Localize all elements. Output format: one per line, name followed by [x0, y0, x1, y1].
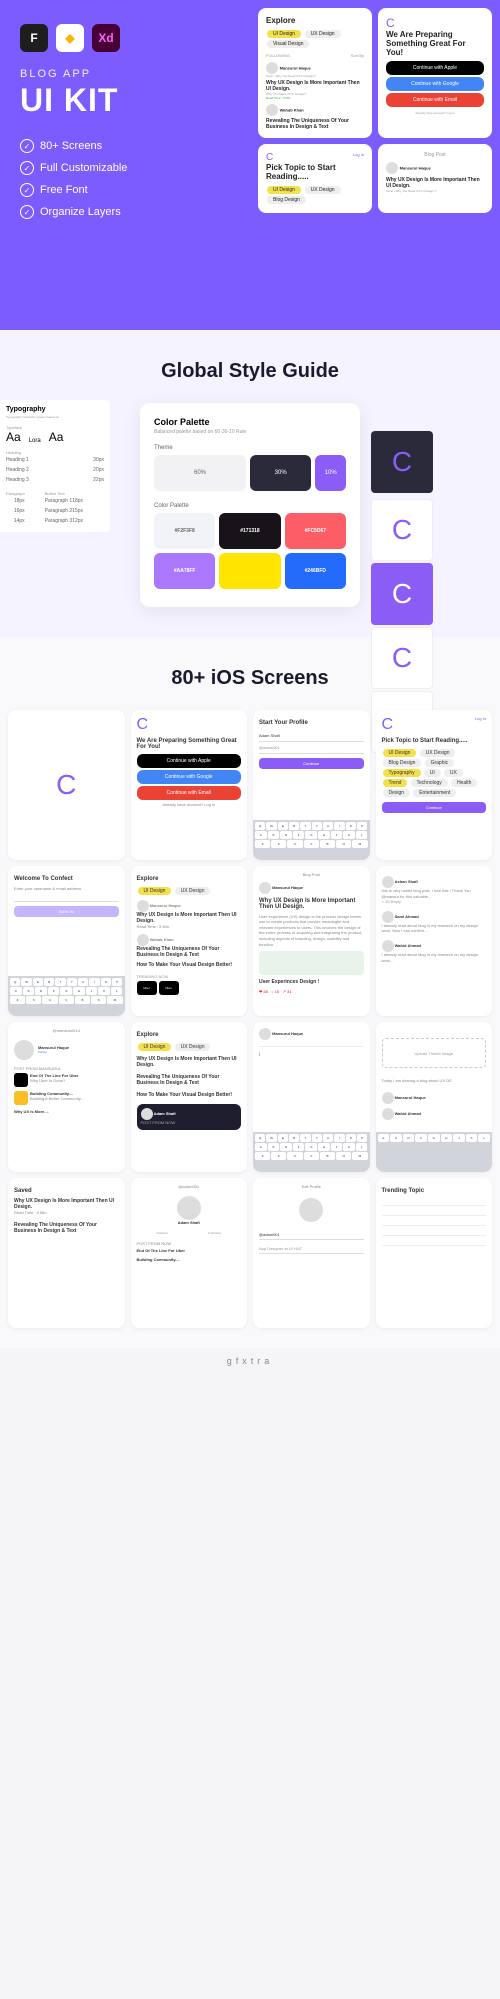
screen-saved: Saved Why UX Design Is More Important Th…: [8, 1178, 125, 1328]
sketch-icon: ◆: [56, 24, 84, 52]
color-swatch: [219, 553, 280, 589]
upload-zone[interactable]: Upload Thumb Image: [382, 1038, 487, 1068]
screen-compose: Mansurul Haque | QWERTYUIOP ASDFGHJKL ZX…: [253, 1022, 370, 1172]
article-image: [259, 951, 364, 975]
color-swatch: #AA78FF: [154, 553, 215, 589]
google-button[interactable]: Continue with Google: [386, 77, 484, 91]
apple-button[interactable]: Continue with Apple: [137, 754, 242, 768]
keyboard[interactable]: ASDFGHJKL: [376, 1132, 493, 1172]
color-swatch: #171318: [219, 513, 280, 549]
logo-light: C: [371, 627, 433, 689]
screen-comments: Ashan Shafi this is very useful blog pos…: [376, 866, 493, 1016]
topics-preview: CLog In Pick Topic to Start Reading.....…: [258, 144, 372, 213]
screens-grid: C C We Are Preparing Something Great For…: [8, 710, 492, 1328]
style-guide-section: Global Style Guide Typography Typographi…: [0, 330, 500, 637]
screen-welcome: Welcome To Confect Enter your username &…: [8, 866, 125, 1016]
typography-card: Typography Typographic hierarchy system …: [0, 400, 110, 532]
check-icon: ✓: [20, 161, 34, 175]
hero-section: F ◆ Xd BLOG APP UI KIT ✓80+ Screens ✓Ful…: [0, 0, 500, 330]
screen-user-profile: @mansurul514 Mansurul HaqueFollow POST F…: [8, 1022, 125, 1172]
logo-tiles: C C C C C: [370, 430, 500, 754]
preview-strip: Explore UI Design UX Design Visual Desig…: [250, 0, 500, 221]
xd-icon: Xd: [92, 24, 120, 52]
email-button[interactable]: Continue with Email: [386, 93, 484, 107]
swatch-10: 10%: [315, 455, 346, 491]
logo-dark: C: [371, 431, 433, 493]
screen-topics: CLog In Pick Topic to Start Reading.....…: [376, 710, 493, 860]
screen-upload: Upload Thumb Image Today I am sharing a …: [376, 1022, 493, 1172]
swatch-30: 30%: [250, 455, 311, 491]
style-guide-heading: Global Style Guide: [10, 330, 490, 403]
avatar-icon: [386, 162, 398, 174]
check-icon: ✓: [20, 183, 34, 197]
check-icon: ✓: [20, 205, 34, 219]
signin-button[interactable]: SIGN IN: [14, 906, 119, 917]
screen-explore: Explore UI Design UX Design Mansurul Haq…: [131, 866, 248, 1016]
apple-button[interactable]: Continue with Apple: [386, 61, 484, 75]
uber-icon: [14, 1073, 28, 1087]
color-swatch: #246BFD: [285, 553, 346, 589]
color-swatch: #F2F3F8: [154, 513, 215, 549]
avatar-icon: [266, 104, 278, 116]
blogpost-preview: Blog Post Mansurul Haque Why UX Design I…: [378, 144, 492, 213]
logo-purple: C: [371, 563, 433, 625]
figma-icon: F: [20, 24, 48, 52]
avatar-icon: [266, 62, 278, 74]
check-icon: ✓: [20, 139, 34, 153]
topics-title: Pick Topic to Start Reading.....: [266, 163, 364, 181]
continue-button[interactable]: Continue: [259, 758, 364, 769]
signup-preview: C We Are Preparing Something Great For Y…: [378, 8, 492, 138]
screen-blogpost: Blog Post Mansurul Haque Why UX Design I…: [253, 866, 370, 1016]
signup-title: We Are Preparing Something Great For You…: [386, 30, 484, 57]
screen-trending: Trending Topic: [376, 1178, 493, 1328]
keyboard[interactable]: QWERTYUIOP ASDFGHJKL ZXCVBNM: [253, 1132, 370, 1172]
footer-watermark: gfxtra: [0, 1348, 500, 1374]
continue-button[interactable]: Continue: [382, 802, 487, 813]
explore-preview: Explore UI Design UX Design Visual Desig…: [258, 8, 372, 138]
screen-explore-alt: Explore UI Design UX Design Why UX Desig…: [131, 1022, 248, 1172]
email-button[interactable]: Continue with Email: [137, 786, 242, 800]
swatch-60: 60%: [154, 455, 246, 491]
color-swatch: #FC5D67: [285, 513, 346, 549]
screen-splash: C: [8, 710, 125, 860]
google-button[interactable]: Continue with Google: [137, 770, 242, 784]
screen-my-profile: @adam001 Adam Shafi FollowerFollowing PO…: [131, 1178, 248, 1328]
keyboard[interactable]: QWERTYUIOP ASDFGHJKL ZXCVBNM: [8, 976, 125, 1016]
screen-profile: Start Your Profile Adam Shafi @adam001 C…: [253, 710, 370, 860]
logo-light: C: [371, 499, 433, 561]
screens-section: 80+ iOS Screens C C We Are Preparing Som…: [0, 637, 500, 1348]
screen-edit-profile: Edit Profile @adam001 App Designer at UI…: [253, 1178, 370, 1328]
screen-signup: C We Are Preparing Something Great For Y…: [131, 710, 248, 860]
explore-title: Explore: [266, 16, 364, 25]
keyboard[interactable]: QWERTYUIOP ASDFGHJKL ZXCVBNM: [253, 820, 370, 860]
palette-card: Color Palette Balanced palette based on …: [140, 403, 360, 607]
